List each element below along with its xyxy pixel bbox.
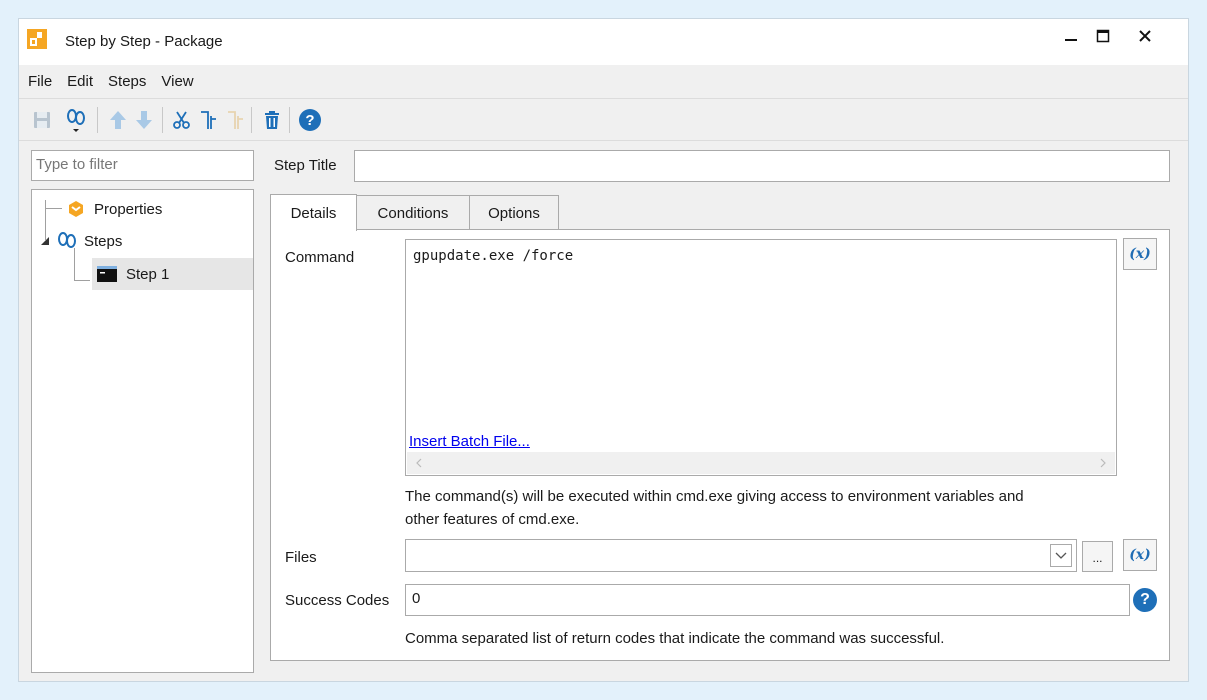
tree-label-steps: Steps — [84, 232, 123, 250]
step-title-label: Step Title — [274, 157, 337, 174]
scissors-icon — [173, 111, 190, 129]
success-codes-input[interactable]: 0 — [405, 584, 1130, 616]
command-label: Command — [285, 249, 355, 266]
scroll-left-icon — [416, 458, 422, 468]
title-bar: Step by Step - Package — [19, 19, 1188, 65]
collapse-triangle-icon — [41, 237, 49, 245]
tab-details[interactable]: Details — [270, 194, 357, 231]
arrow-up-icon — [110, 111, 126, 129]
menu-edit[interactable]: Edit — [67, 71, 97, 92]
add-step-button[interactable] — [63, 107, 89, 133]
tree-item-steps[interactable]: Steps — [38, 226, 122, 256]
chevron-down-icon — [1055, 552, 1067, 559]
tree-item-step-1[interactable]: Step 1 — [92, 258, 253, 290]
close-icon — [1139, 30, 1151, 42]
help-button[interactable]: ? — [297, 107, 323, 133]
tree-label-step-1: Step 1 — [126, 265, 170, 283]
window-title: Step by Step - Package — [65, 33, 223, 50]
trash-icon — [265, 111, 279, 129]
tree-item-properties[interactable]: Properties — [66, 194, 162, 224]
footsteps-icon — [67, 109, 85, 132]
files-insert-variable-button[interactable]: (x) — [1123, 539, 1157, 571]
insert-variable-button[interactable]: (x) — [1123, 238, 1157, 270]
paste-icon — [228, 111, 243, 129]
step-title-input[interactable] — [354, 150, 1170, 182]
minimize-button[interactable] — [1053, 21, 1089, 51]
insert-batch-file-link[interactable]: Insert Batch File... — [409, 433, 530, 450]
app-window: Step by Step - Package File Edit Steps V… — [18, 18, 1189, 682]
filter-input[interactable]: Type to filter — [31, 150, 254, 181]
minimize-icon — [1065, 39, 1077, 41]
menu-steps[interactable]: Steps — [108, 71, 150, 92]
console-icon — [97, 266, 117, 282]
maximize-button[interactable] — [1085, 21, 1121, 51]
scroll-right-icon — [1100, 458, 1106, 468]
tab-conditions[interactable]: Conditions — [356, 195, 470, 230]
success-codes-help-text: Comma separated list of return codes tha… — [405, 630, 945, 647]
move-down-button[interactable] — [131, 107, 157, 133]
save-icon — [34, 112, 50, 128]
tab-options[interactable]: Options — [469, 195, 559, 230]
step-tree: Properties Steps Step 1 — [31, 189, 254, 673]
help-icon: ? — [299, 109, 321, 131]
arrow-down-icon — [136, 111, 152, 129]
delete-button[interactable] — [259, 107, 285, 133]
success-codes-help-icon[interactable]: ? — [1133, 588, 1157, 612]
properties-icon — [69, 201, 83, 217]
close-button[interactable] — [1127, 21, 1163, 51]
menu-file[interactable]: File — [28, 71, 56, 92]
command-editor[interactable]: gpupdate.exe /force Insert Batch File... — [405, 239, 1117, 476]
success-codes-label: Success Codes — [285, 592, 390, 609]
move-up-button[interactable] — [105, 107, 131, 133]
horizontal-scrollbar[interactable] — [407, 452, 1115, 474]
files-combo[interactable] — [405, 539, 1077, 572]
menu-view[interactable]: View — [161, 71, 197, 92]
command-help-text: The command(s) will be executed within c… — [405, 488, 1024, 505]
command-text: gpupdate.exe /force — [413, 248, 574, 264]
toolbar: ? — [19, 101, 1188, 141]
files-label: Files — [285, 549, 317, 566]
save-button[interactable] — [29, 107, 55, 133]
cut-button[interactable] — [169, 107, 195, 133]
menu-bar: File Edit Steps View — [19, 65, 1188, 99]
maximize-icon — [1096, 29, 1110, 43]
command-help-text-2: other features of cmd.exe. — [405, 511, 580, 528]
tree-label-properties: Properties — [94, 200, 163, 218]
footsteps-icon — [58, 232, 76, 248]
copy-button[interactable] — [195, 107, 221, 133]
files-dropdown-button[interactable] — [1050, 544, 1072, 567]
app-logo-icon — [27, 29, 47, 49]
browse-files-button[interactable]: ... — [1082, 541, 1113, 572]
copy-icon — [201, 111, 216, 129]
paste-button[interactable] — [222, 107, 248, 133]
